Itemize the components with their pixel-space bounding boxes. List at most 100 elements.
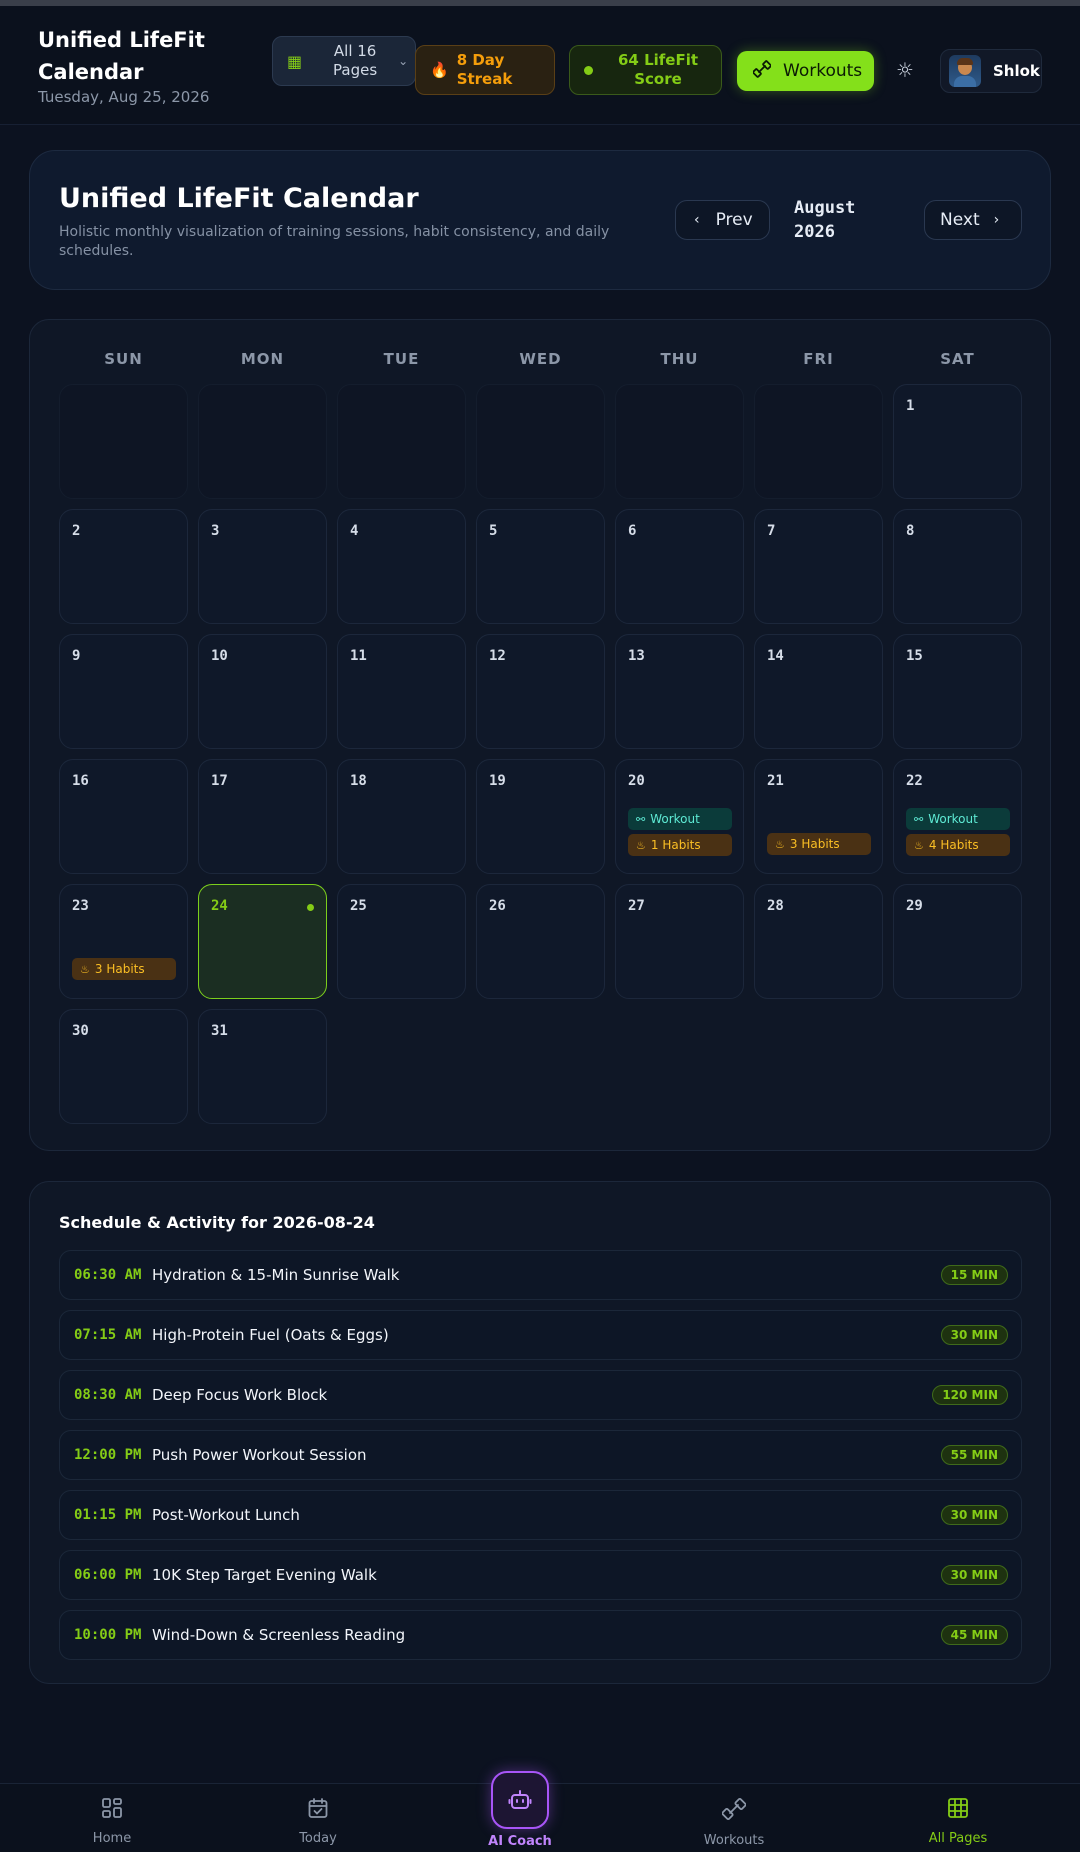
nav-workouts-label: Workouts bbox=[703, 1833, 765, 1848]
habits-tag-label: 1 Habits bbox=[650, 838, 701, 852]
schedule-time: 01:15 PM bbox=[74, 1507, 142, 1523]
day-number: 19 bbox=[489, 773, 506, 789]
streak-label: 8 Day Streak bbox=[456, 51, 513, 88]
day-cell-today[interactable]: 24 bbox=[198, 884, 327, 999]
day-cell[interactable]: 1 bbox=[893, 384, 1022, 499]
day-cell[interactable]: 3 bbox=[198, 509, 327, 624]
nav-all-pages-label: All Pages bbox=[928, 1831, 988, 1846]
day-cell[interactable]: 5 bbox=[476, 509, 605, 624]
nav-today[interactable]: Today bbox=[258, 1784, 378, 1852]
day-cell[interactable]: 7 bbox=[754, 509, 883, 624]
day-number: 21 bbox=[767, 773, 784, 789]
weekday-header: THU bbox=[660, 350, 699, 368]
daily-schedule: Schedule & Activity for 2026-08-24 06:30… bbox=[29, 1181, 1051, 1684]
streak-badge[interactable]: 🔥 8 Day Streak bbox=[415, 45, 555, 95]
next-month-button[interactable]: Next › bbox=[924, 200, 1022, 240]
day-number: 14 bbox=[767, 648, 784, 664]
lifefit-score-badge[interactable]: 64 LifeFit Score bbox=[569, 45, 722, 95]
pages-selector[interactable]: ▦ All 16 Pages ⌄ bbox=[272, 36, 416, 86]
day-cell[interactable]: 10 bbox=[198, 634, 327, 749]
prev-month-button[interactable]: ‹ Prev bbox=[675, 200, 770, 240]
nav-all-pages[interactable]: All Pages bbox=[898, 1784, 1018, 1852]
day-cell[interactable]: 4 bbox=[337, 509, 466, 624]
day-number: 8 bbox=[906, 523, 915, 539]
day-cell[interactable]: 29 bbox=[893, 884, 1022, 999]
schedule-time: 06:30 AM bbox=[74, 1267, 142, 1283]
weekday-header: SUN bbox=[104, 350, 143, 368]
user-profile[interactable]: Shlok bbox=[940, 49, 1042, 93]
calendar-hero-card: Unified LifeFit Calendar Holistic monthl… bbox=[29, 150, 1051, 290]
nav-home[interactable]: Home bbox=[52, 1784, 172, 1852]
schedule-row[interactable]: 12:00 PM Push Power Workout Session 55 MIN bbox=[59, 1430, 1022, 1480]
chevron-down-icon: ⌄ bbox=[398, 54, 409, 68]
nav-workouts[interactable]: Workouts bbox=[674, 1784, 794, 1852]
day-number: 24 bbox=[211, 898, 228, 914]
day-cell[interactable]: 2 bbox=[59, 509, 188, 624]
schedule-time: 12:00 PM bbox=[74, 1447, 142, 1463]
day-cell[interactable]: 18 bbox=[337, 759, 466, 874]
page-title: Unified LifeFit Calendar bbox=[59, 183, 419, 214]
day-number: 4 bbox=[350, 523, 359, 539]
day-cell[interactable]: 17 bbox=[198, 759, 327, 874]
day-cell[interactable]: 8 bbox=[893, 509, 1022, 624]
flame-icon: ♨ bbox=[636, 838, 646, 852]
workout-tag-label: Workout bbox=[928, 812, 978, 826]
day-cell[interactable]: 30 bbox=[59, 1009, 188, 1124]
habits-tag-label: 4 Habits bbox=[928, 838, 979, 852]
day-number: 22 bbox=[906, 773, 923, 789]
day-cell[interactable]: 25 bbox=[337, 884, 466, 999]
month-year-label: August 2026 bbox=[794, 196, 884, 244]
day-number: 18 bbox=[350, 773, 367, 789]
day-cell[interactable]: 19 bbox=[476, 759, 605, 874]
nav-ai-coach[interactable]: AI Coach bbox=[460, 1771, 580, 1852]
day-number: 31 bbox=[211, 1023, 228, 1039]
day-cell[interactable]: 16 bbox=[59, 759, 188, 874]
day-number: 13 bbox=[628, 648, 645, 664]
month-calendar: SUN MON TUE WED THU FRI SAT 1 2 3 4 5 6 7 8 9 10 11 12 13 14… bbox=[29, 319, 1051, 1151]
day-number: 30 bbox=[72, 1023, 89, 1039]
day-cell[interactable]: 31 bbox=[198, 1009, 327, 1124]
workout-tag[interactable]: ⚯ Workout bbox=[628, 808, 732, 830]
day-number: 10 bbox=[211, 648, 228, 664]
day-number: 7 bbox=[767, 523, 776, 539]
day-cell[interactable]: 26 bbox=[476, 884, 605, 999]
day-cell[interactable]: 21 ♨ 3 Habits bbox=[754, 759, 883, 874]
habits-tag[interactable]: ♨ 4 Habits bbox=[906, 834, 1010, 856]
schedule-row[interactable]: 07:15 AM High-Protein Fuel (Oats & Eggs) 3… bbox=[59, 1310, 1022, 1360]
day-cell[interactable]: 15 bbox=[893, 634, 1022, 749]
day-cell[interactable]: 27 bbox=[615, 884, 744, 999]
user-name: Shlok bbox=[993, 62, 1040, 80]
day-cell[interactable]: 23 ♨ 3 Habits bbox=[59, 884, 188, 999]
workouts-button[interactable]: Workouts bbox=[737, 51, 874, 91]
score-dot-icon bbox=[584, 65, 593, 75]
schedule-row[interactable]: 08:30 AM Deep Focus Work Block 120 MIN bbox=[59, 1370, 1022, 1420]
workout-tag-label: Workout bbox=[650, 812, 700, 826]
app-header: Unified LifeFit Calendar Tuesday, Aug 25… bbox=[0, 6, 1080, 125]
habits-tag[interactable]: ♨ 1 Habits bbox=[628, 834, 732, 856]
schedule-row[interactable]: 10:00 PM Wind-Down & Screenless Reading 45… bbox=[59, 1610, 1022, 1660]
day-cell[interactable]: 6 bbox=[615, 509, 744, 624]
day-cell[interactable]: 22 ⚯ Workout ♨ 4 Habits bbox=[893, 759, 1022, 874]
empty-day-cell bbox=[337, 384, 466, 499]
day-cell[interactable]: 9 bbox=[59, 634, 188, 749]
day-number: 1 bbox=[906, 398, 915, 414]
schedule-time: 10:00 PM bbox=[74, 1627, 142, 1643]
schedule-row[interactable]: 06:30 AM Hydration & 15-Min Sunrise Walk 1… bbox=[59, 1250, 1022, 1300]
schedule-activity: High-Protein Fuel (Oats & Eggs) bbox=[152, 1326, 389, 1344]
day-cell[interactable]: 13 bbox=[615, 634, 744, 749]
next-label: Next bbox=[940, 210, 980, 230]
duration-badge: 55 MIN bbox=[940, 1445, 1008, 1465]
day-number: 28 bbox=[767, 898, 784, 914]
day-cell[interactable]: 11 bbox=[337, 634, 466, 749]
schedule-row[interactable]: 06:00 PM 10K Step Target Evening Walk 30 M… bbox=[59, 1550, 1022, 1600]
workout-tag[interactable]: ⚯ Workout bbox=[906, 808, 1010, 830]
schedule-row[interactable]: 01:15 PM Post-Workout Lunch 30 MIN bbox=[59, 1490, 1022, 1540]
theme-toggle-sun-icon[interactable]: ☼ bbox=[896, 58, 914, 82]
habits-tag[interactable]: ♨ 3 Habits bbox=[767, 833, 871, 855]
day-cell[interactable]: 14 bbox=[754, 634, 883, 749]
day-cell[interactable]: 12 bbox=[476, 634, 605, 749]
habits-tag[interactable]: ♨ 3 Habits bbox=[72, 958, 176, 980]
schedule-time: 08:30 AM bbox=[74, 1387, 142, 1403]
day-cell[interactable]: 28 bbox=[754, 884, 883, 999]
day-cell[interactable]: 20 ⚯ Workout ♨ 1 Habits bbox=[615, 759, 744, 874]
